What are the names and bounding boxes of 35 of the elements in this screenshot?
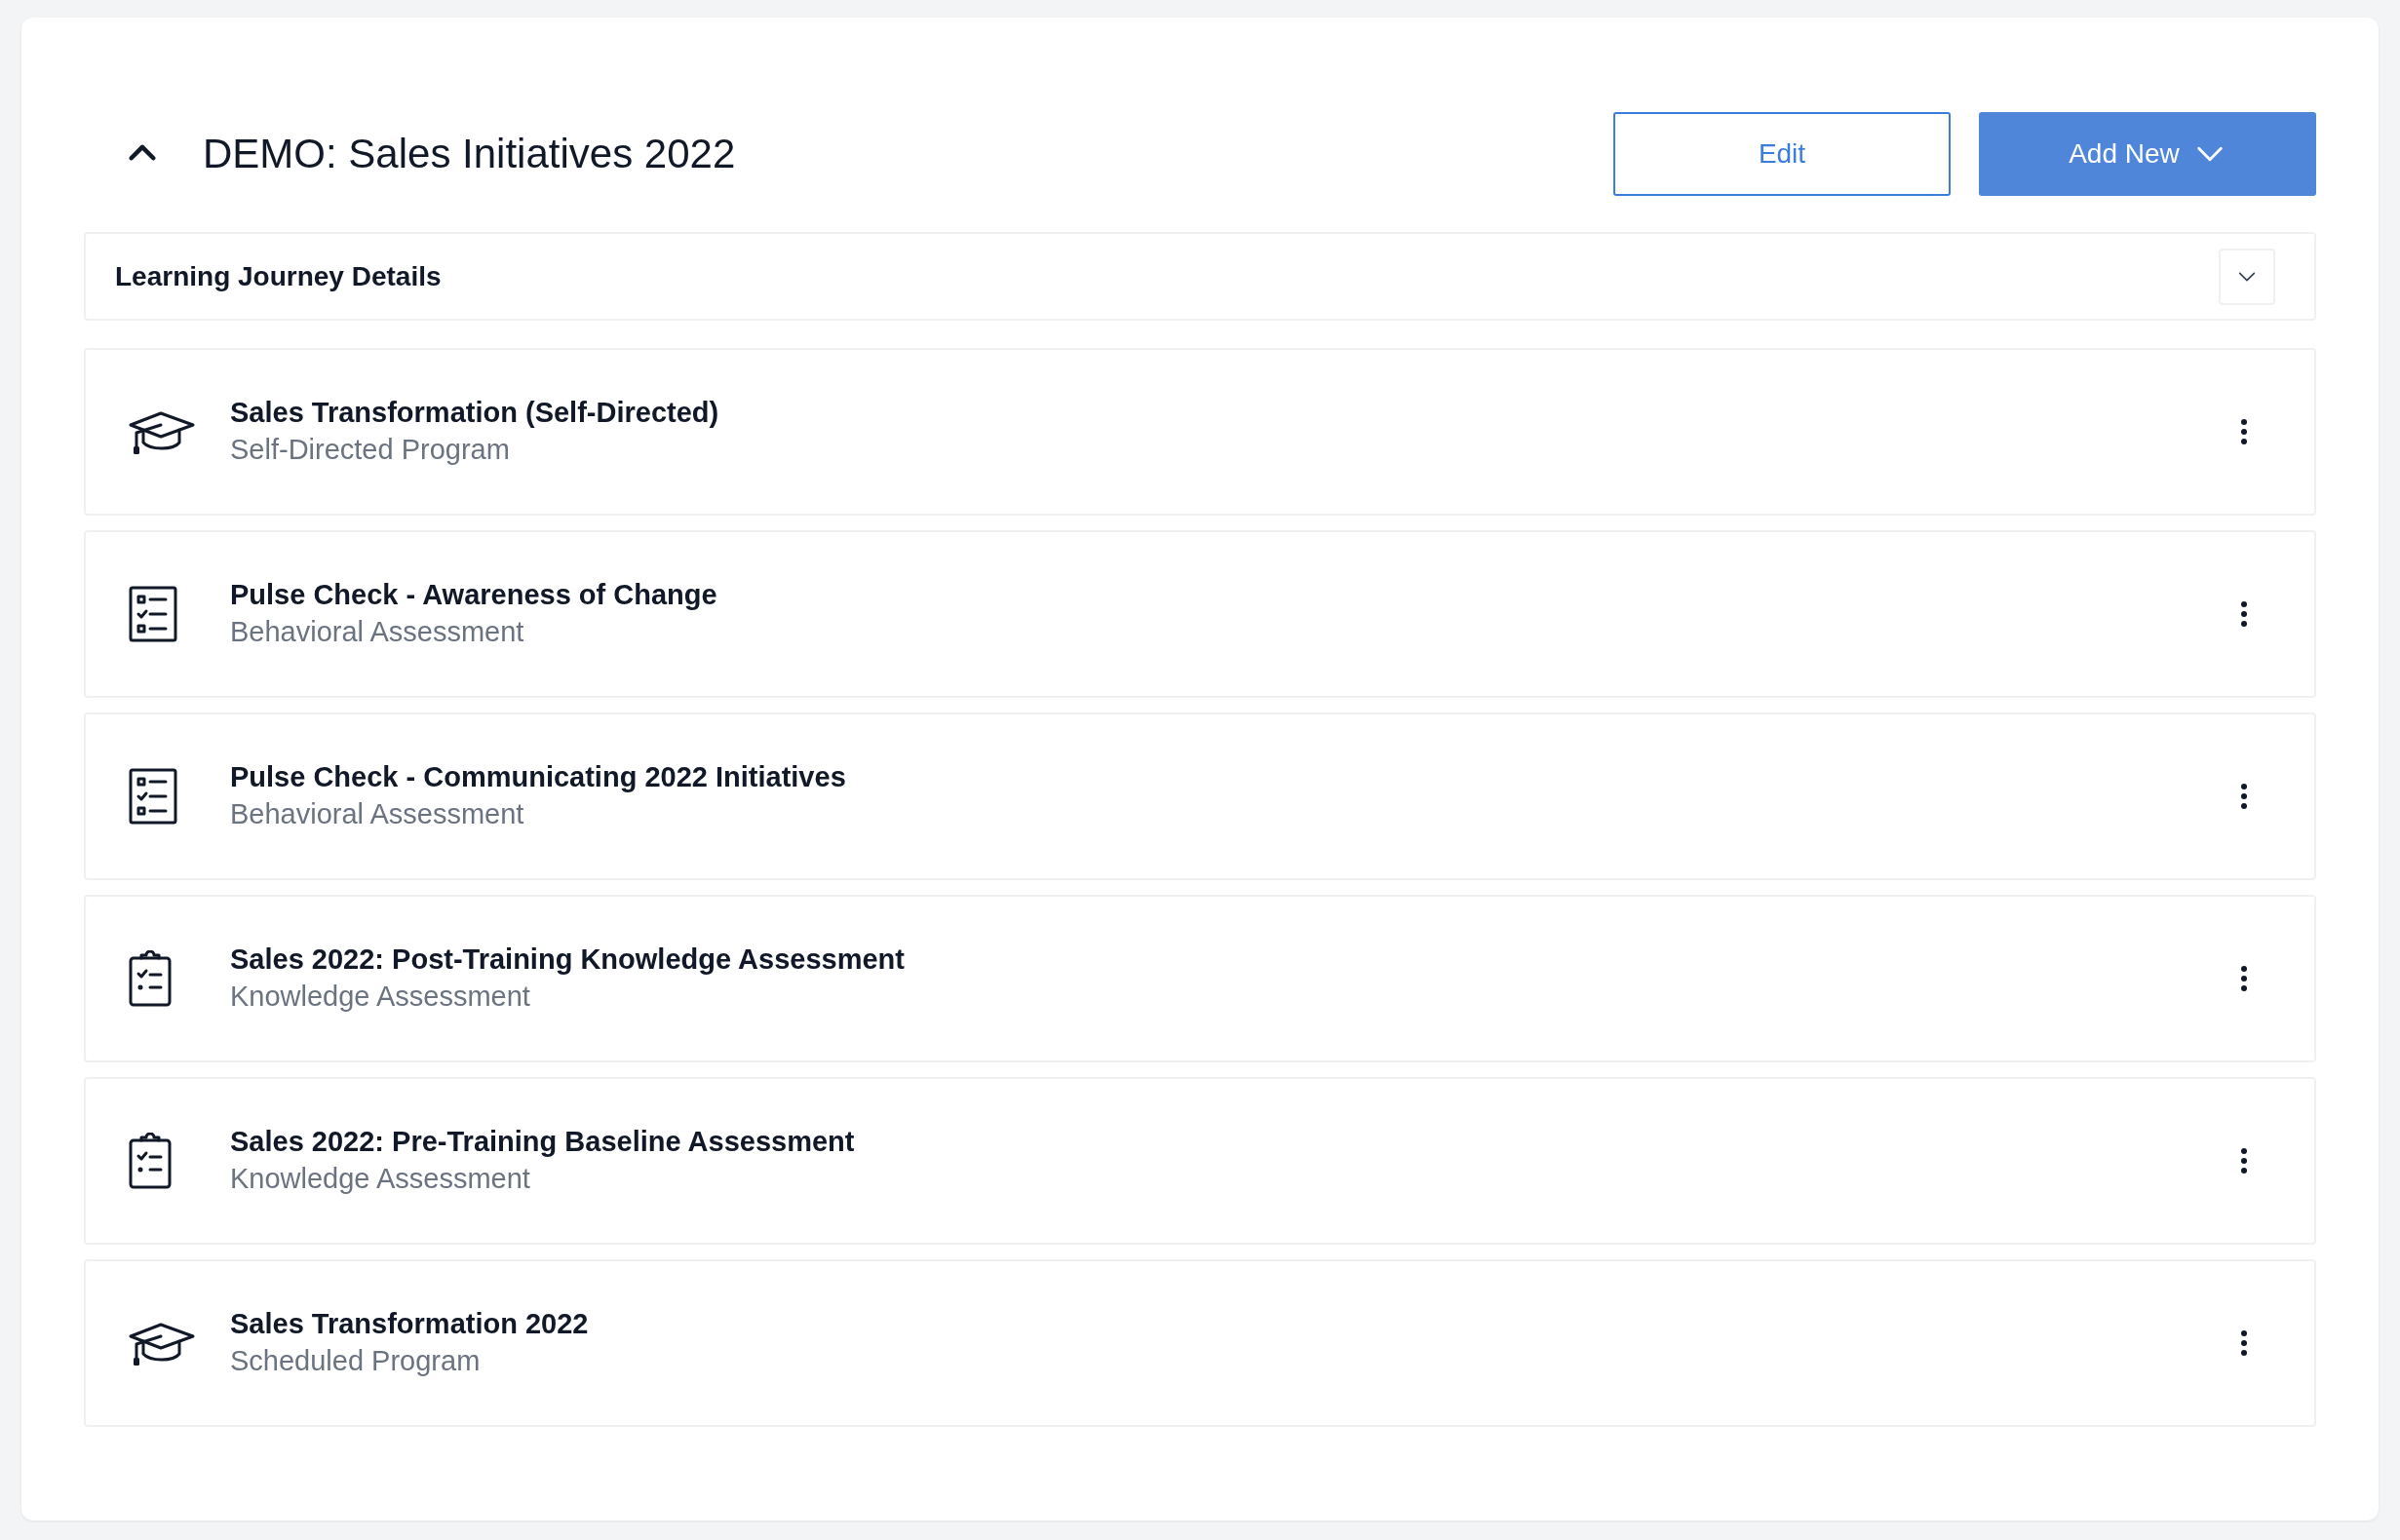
journey-title: DEMO: Sales Initiatives 2022 bbox=[203, 129, 736, 178]
graduation-cap-icon bbox=[129, 409, 195, 454]
list-item-card[interactable]: Pulse Check - Awareness of Change Behavioral Assessment bbox=[84, 530, 2316, 698]
checklist-icon bbox=[129, 768, 177, 825]
clipboard-icon bbox=[129, 950, 172, 1007]
checklist-icon bbox=[129, 586, 177, 642]
more-icon bbox=[2240, 1147, 2248, 1174]
item-title: Sales 2022: Post-Training Knowledge Assessment bbox=[230, 943, 906, 978]
item-type: Behavioral Assessment bbox=[230, 615, 525, 649]
more-icon bbox=[2240, 1329, 2248, 1357]
more-icon bbox=[2240, 418, 2248, 445]
more-icon bbox=[2240, 600, 2248, 628]
expand-toggle[interactable] bbox=[2219, 248, 2275, 305]
item-type: Self-Directed Program bbox=[230, 433, 511, 467]
item-title: Pulse Check - Awareness of Change bbox=[230, 578, 718, 613]
more-icon bbox=[2240, 965, 2248, 992]
list-item-card[interactable]: Pulse Check - Communicating 2022 Initiatives Behavioral Assessment bbox=[84, 712, 2316, 880]
graduation-cap-icon bbox=[129, 1321, 195, 1366]
more-icon bbox=[2240, 783, 2248, 810]
list-item-card[interactable]: Sales Transformation (Self-Directed) Self-Directed Program bbox=[84, 348, 2316, 516]
clipboard-icon bbox=[129, 1133, 172, 1189]
details-label: Learning Journey Details bbox=[115, 259, 442, 293]
list-item-card[interactable]: Sales 2022: Pre-Training Baseline Assessment Knowledge Assessment bbox=[84, 1077, 2316, 1245]
item-title: Pulse Check - Communicating 2022 Initiatives bbox=[230, 760, 847, 795]
list-item-card[interactable]: Sales Transformation 2022 Scheduled Program bbox=[84, 1259, 2316, 1427]
add-new-button[interactable]: Add New bbox=[1979, 112, 2316, 196]
item-type: Knowledge Assessment bbox=[230, 980, 531, 1014]
edit-button[interactable]: Edit bbox=[1613, 112, 1951, 196]
item-title: Sales Transformation 2022 bbox=[230, 1307, 590, 1342]
item-title: Sales 2022: Pre-Training Baseline Assessment bbox=[230, 1125, 856, 1160]
item-type: Scheduled Program bbox=[230, 1344, 482, 1378]
list-item-card[interactable]: Sales 2022: Post-Training Knowledge Assessment Knowledge Assessment bbox=[84, 895, 2316, 1062]
item-type: Behavioral Assessment bbox=[230, 797, 525, 831]
item-title: Sales Transformation (Self-Directed) bbox=[230, 396, 720, 431]
item-type: Knowledge Assessment bbox=[230, 1162, 531, 1196]
